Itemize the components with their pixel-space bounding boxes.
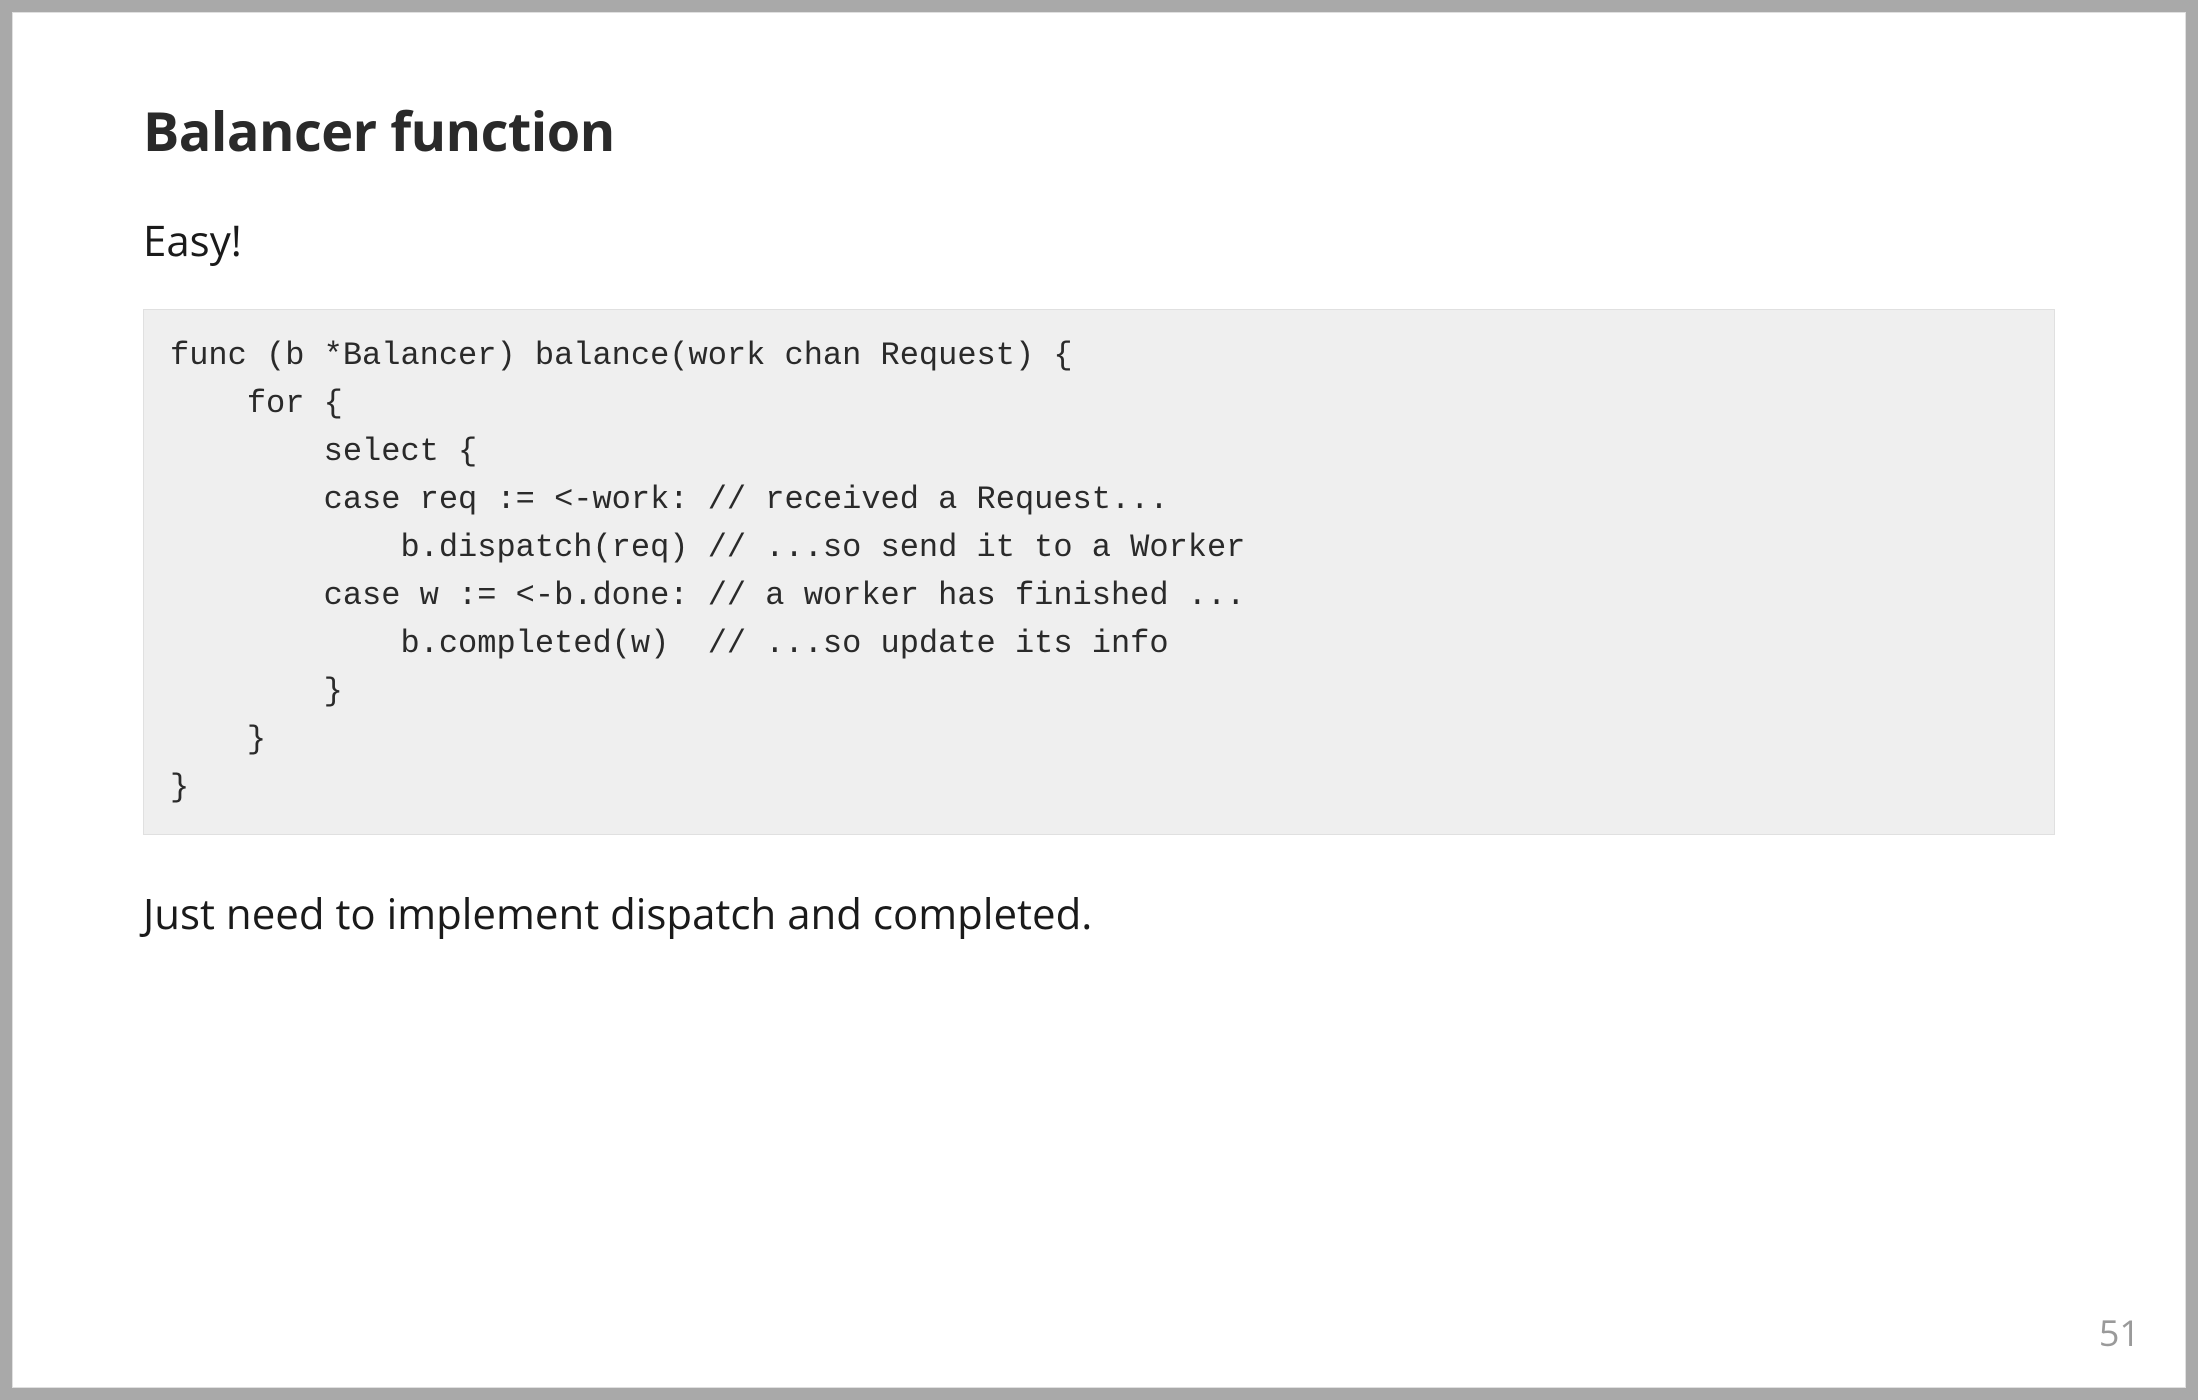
slide-container: Balancer function Easy! func (b *Balance… (12, 12, 2186, 1388)
slide-subtitle: Easy! (143, 212, 2055, 269)
page-number: 51 (2099, 1308, 2140, 1357)
slide-title: Balancer function (143, 93, 2055, 167)
slide-footer-text: Just need to implement dispatch and comp… (143, 885, 2055, 942)
code-block: func (b *Balancer) balance(work chan Req… (143, 309, 2055, 835)
